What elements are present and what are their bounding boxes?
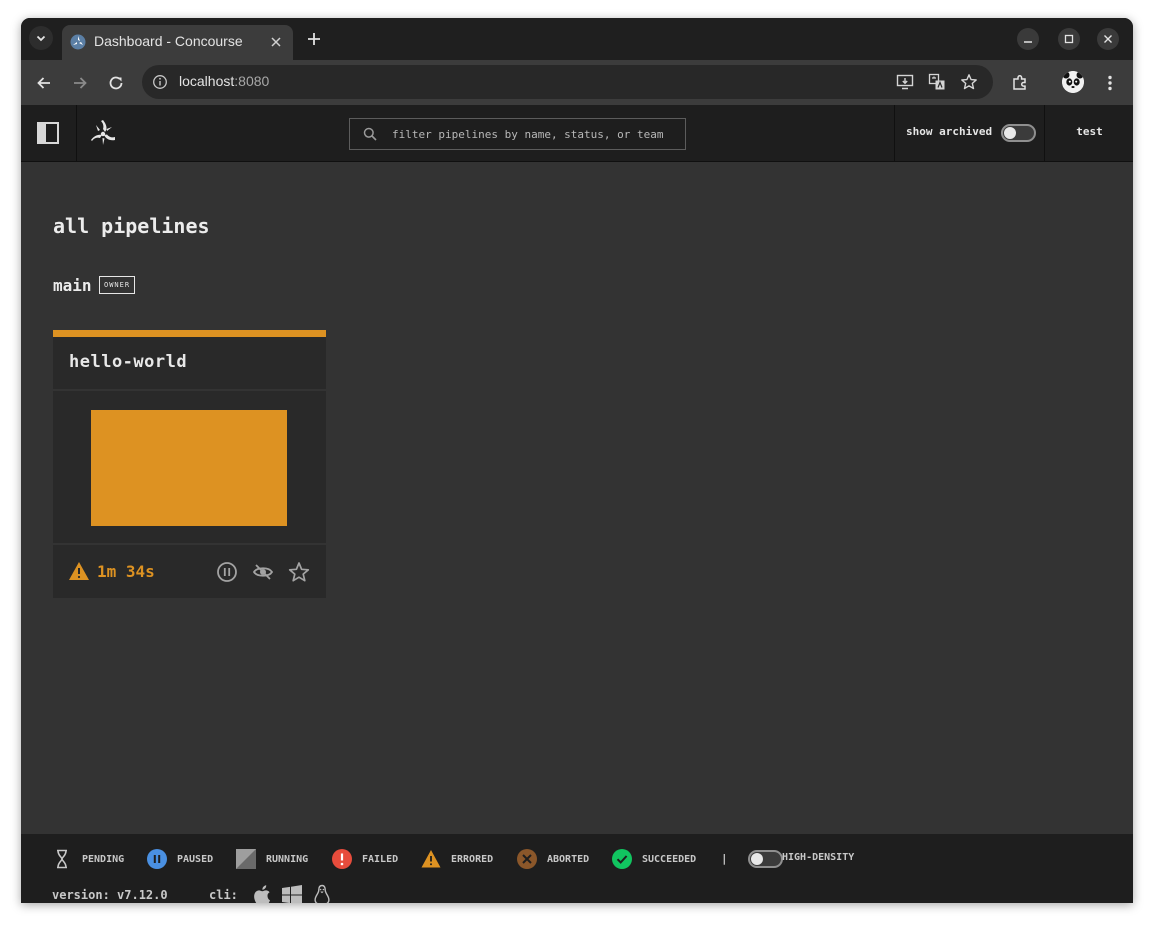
new-tab-icon[interactable] [304,29,324,49]
legend-aborted: ABORTED [517,849,589,869]
browser-tab[interactable]: Dashboard - Concourse [62,25,293,60]
maximize-icon [1064,34,1074,44]
forward-arrow-icon[interactable] [70,73,90,93]
pipeline-card-footer: 1m 34s [53,545,326,598]
hourglass-icon [57,849,67,869]
page-title: all pipelines [53,214,210,238]
legend-pending: PENDING [52,849,124,869]
legend-running: RUNNING [236,849,308,869]
failed-icon [332,849,352,869]
url-host: localhost [179,73,235,89]
legend-label: FAILED [362,853,399,865]
concourse-logo-icon[interactable] [87,117,119,149]
pipeline-preview[interactable] [53,391,326,543]
legend-label: ERRORED [451,853,494,865]
toggle-knob [1004,127,1016,139]
user-name: test [1076,125,1103,138]
running-icon [236,849,256,869]
translate-icon[interactable] [928,73,946,91]
back-arrow-icon[interactable] [34,73,54,93]
close-icon[interactable] [268,34,284,50]
url-port: :8080 [234,73,270,89]
windows-icon[interactable] [282,884,302,903]
toggle-knob [751,853,763,865]
show-archived-label: show archived [906,125,993,138]
sidebar-icon [37,122,59,144]
maximize-button[interactable] [1058,28,1080,50]
reload-icon[interactable] [106,73,126,93]
bookmark-star-icon[interactable] [960,73,978,91]
more-vert-icon[interactable] [1100,73,1120,93]
minimize-icon [1024,41,1032,43]
concourse-dashboard: show archived test all pipelines main OW… [21,105,1133,903]
legend-succeeded: SUCCEEDED [612,849,696,869]
search-box[interactable] [349,118,686,150]
pause-icon[interactable] [216,561,238,583]
user-menu[interactable]: test [1044,105,1133,161]
show-archived-control: show archived [894,105,1045,161]
minimize-button[interactable] [1017,28,1039,50]
tab-search-button[interactable] [29,26,53,50]
browser-toolbar: localhost:8080 [21,60,1133,105]
cli-label: cli: [209,888,238,902]
close-icon [1104,35,1112,43]
search-input[interactable] [392,119,677,149]
site-info-icon[interactable] [152,74,168,90]
legend-failed: FAILED [332,849,398,869]
legend-label: PAUSED [177,853,214,865]
pipeline-card-header[interactable]: hello-world [53,337,326,389]
legend-label: ABORTED [547,853,590,865]
legend-divider: | [721,852,728,865]
search-icon [363,127,377,141]
top-bar: show archived test [21,105,1133,162]
legend-errored: ERRORED [421,849,493,869]
extensions-icon[interactable] [1010,73,1030,93]
concourse-favicon-icon [70,34,86,50]
aborted-icon [517,849,537,869]
address-bar[interactable]: localhost:8080 [142,65,993,99]
browser-window: Dashboard - Concourse localhost:8080 fil… [21,18,1133,903]
favorite-star-icon[interactable] [288,561,310,583]
show-archived-toggle[interactable] [1001,124,1036,142]
team-name: main [53,276,92,295]
succeeded-icon [612,849,632,869]
pipeline-duration: 1m 34s [97,562,155,581]
install-app-icon[interactable] [896,73,914,91]
hide-eye-icon[interactable] [252,561,274,583]
team-role-badge: OWNER [99,276,136,294]
paused-icon [147,849,167,869]
url-text: localhost:8080 [179,73,269,89]
high-density-label: HIGH-DENSITY [782,852,855,863]
profile-avatar[interactable] [1062,71,1084,93]
high-density-toggle[interactable] [748,850,783,868]
tab-title: Dashboard - Concourse [94,33,243,49]
legend-label: PENDING [82,853,125,865]
legend-label: RUNNING [266,853,309,865]
pipeline-status-banner [53,330,326,337]
version-text: version: v7.12.0 [52,888,168,902]
legend-footer: PENDING PAUSED RUNNING FAILED ERRORED AB… [21,834,1133,903]
pipeline-name[interactable]: hello-world [69,352,187,372]
legend-label: SUCCEEDED [642,853,697,865]
errored-icon [69,562,89,580]
pipeline-card[interactable]: hello-world 1m 34s [53,330,326,598]
linux-icon[interactable] [312,884,332,903]
panda-avatar-icon [1062,71,1084,93]
apple-icon[interactable] [253,884,273,903]
legend-paused: PAUSED [147,849,213,869]
tab-strip: Dashboard - Concourse [21,18,1133,60]
preview-job[interactable] [91,410,287,526]
errored-icon [421,850,441,868]
sidebar-toggle-button[interactable] [21,105,77,161]
close-window-button[interactable] [1097,28,1119,50]
chevron-down-icon [36,35,46,42]
